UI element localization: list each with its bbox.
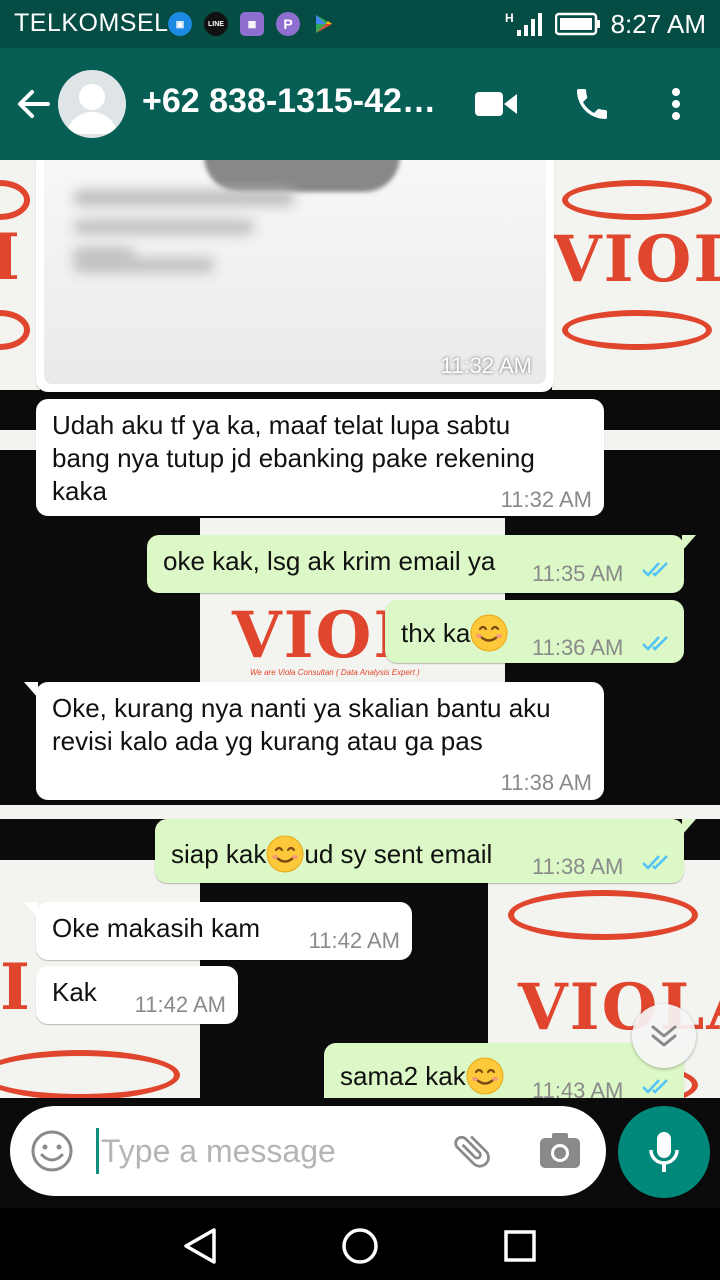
notification-icons: ▣ LINE ▦ P (168, 12, 336, 36)
scroll-to-bottom-button[interactable] (632, 1004, 696, 1068)
paperclip-icon (454, 1135, 490, 1168)
message-text: Kak (52, 977, 97, 1007)
camera-icon (540, 1133, 580, 1168)
nav-recents-button[interactable] (498, 1224, 542, 1268)
smiling-face-emoji-icon (470, 614, 508, 652)
blurred-image[interactable] (44, 160, 546, 384)
outgoing-message[interactable]: thx ka 11:36 AM (385, 600, 684, 663)
nav-home-button[interactable] (338, 1224, 382, 1268)
message-text: thx ka (401, 618, 471, 648)
bbm-icon: ▣ (168, 12, 192, 36)
emoji-button[interactable] (28, 1127, 76, 1175)
svg-text:H: H (505, 11, 514, 25)
navigation-bar (0, 1208, 720, 1280)
p-app-icon: P (276, 12, 300, 36)
message-time: 11:42 AM (308, 928, 400, 953)
message-time: 11:32 AM (500, 487, 592, 512)
composer (10, 1106, 606, 1196)
contact-avatar[interactable] (58, 70, 126, 138)
message-text: ud sy sent email (304, 839, 493, 869)
incoming-message[interactable]: Udah aku tf ya ka, maaf telat lupa sabtu… (36, 399, 604, 516)
overflow-menu-button[interactable] (650, 78, 702, 130)
outgoing-message[interactable]: siap kak ud sy sent email 11:38 AM (155, 819, 696, 883)
message-text: Oke makasih kam (52, 913, 261, 943)
line-today-icon: LINE (204, 12, 228, 36)
read-receipt-icon (642, 855, 668, 870)
smiling-face-emoji-icon (266, 835, 304, 873)
microphone-icon (649, 1132, 679, 1172)
battery-icon (554, 12, 600, 36)
message-text: oke kak, lsg ak krim email ya (163, 546, 496, 576)
attach-button[interactable] (448, 1127, 496, 1175)
circle-home-icon (342, 1228, 378, 1264)
video-camera-icon (475, 92, 517, 116)
read-receipt-icon (642, 1079, 668, 1094)
wallpaper-tile: I (0, 160, 40, 390)
read-receipt-icon (642, 562, 668, 577)
camera-button[interactable] (536, 1127, 584, 1175)
play-store-icon (312, 12, 336, 36)
message-time: 11:38 AM (500, 770, 592, 795)
composer-bar (0, 1098, 720, 1208)
phone-icon (577, 89, 607, 119)
message-text: sama2 kak (340, 1061, 466, 1091)
back-arrow-icon[interactable] (14, 84, 54, 124)
message-time: 11:42 AM (134, 992, 226, 1017)
contact-name[interactable]: +62 838-1315-42… (142, 82, 442, 121)
incoming-message[interactable]: Oke, kurang nya nanti ya skalian bantu a… (24, 682, 604, 800)
double-chevron-down-icon (651, 1025, 677, 1047)
incoming-message[interactable]: Oke makasih kam 11:42 AM (24, 902, 412, 960)
clock: 8:27 AM (610, 8, 706, 39)
nav-back-button[interactable] (178, 1224, 222, 1268)
emoji-icon (31, 1130, 73, 1172)
message-time: 11:35 AM (532, 561, 624, 586)
video-call-button[interactable] (470, 78, 522, 130)
outgoing-message[interactable]: oke kak, lsg ak krim email ya 11:35 AM (147, 535, 696, 593)
message-text: siap kak (171, 839, 267, 869)
wallpaper-tile: VIOLA (552, 160, 720, 390)
square-recents-icon (504, 1230, 536, 1262)
image-message[interactable]: 11:32 AM (36, 160, 554, 392)
voice-call-button[interactable] (566, 78, 618, 130)
status-right: H 8:27 AM (505, 8, 706, 40)
incoming-message[interactable]: Kak 11:42 AM (36, 966, 238, 1024)
message-text: Udah aku tf ya ka, maaf telat lupa sabtu… (52, 410, 535, 506)
gallery-icon: ▦ (240, 12, 264, 36)
read-receipt-icon (642, 636, 668, 651)
message-time: 11:36 AM (532, 635, 624, 660)
triangle-back-icon (184, 1228, 216, 1264)
smiling-face-emoji-icon (466, 1057, 504, 1095)
signal-icon: H (505, 11, 542, 36)
voice-record-button[interactable] (618, 1106, 710, 1198)
status-bar: TELKOMSEL ▣ LINE ▦ P H 8:27 AM (0, 0, 720, 48)
chat-header: +62 838-1315-42… (0, 48, 720, 160)
message-input[interactable] (96, 1128, 426, 1174)
message-time: 11:32 AM (440, 353, 532, 378)
message-text: Oke, kurang nya nanti ya skalian bantu a… (52, 693, 551, 756)
carrier-name: TELKOMSEL (14, 9, 169, 37)
wallpaper-tile (0, 805, 720, 819)
more-vertical-icon (672, 88, 680, 120)
message-time: 11:38 AM (532, 854, 624, 879)
chat-area[interactable]: I VIOLA VIOLA We are Viola Consultan ( D… (0, 160, 720, 1108)
